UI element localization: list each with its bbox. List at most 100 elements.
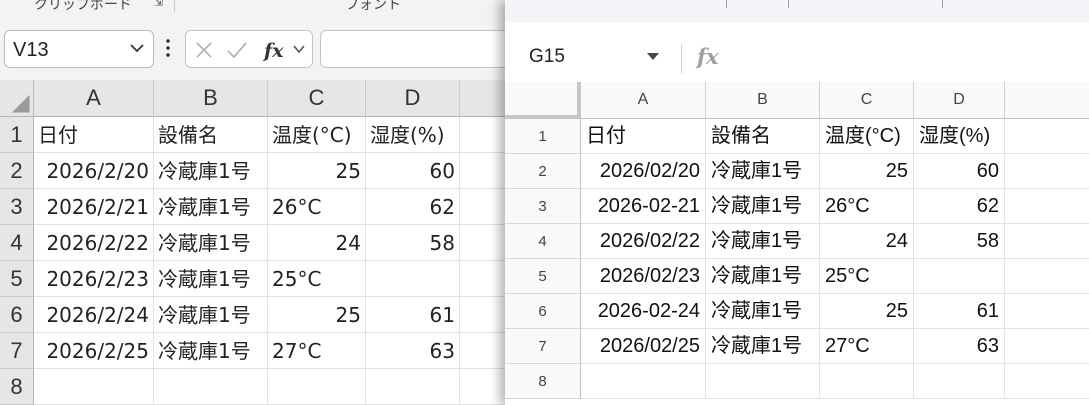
cell[interactable]	[706, 364, 820, 399]
column-header-d[interactable]: D	[914, 82, 1005, 119]
row-header[interactable]: 6	[0, 297, 34, 333]
cancel-icon[interactable]	[194, 40, 214, 60]
row-header[interactable]: 2	[0, 153, 34, 189]
cell[interactable]	[1005, 154, 1089, 189]
cell[interactable]: 63	[914, 329, 1005, 364]
cell[interactable]	[460, 261, 505, 297]
cell[interactable]: 冷蔵庫1号	[706, 154, 820, 189]
cell[interactable]: 26°C	[268, 189, 366, 225]
cell[interactable]	[914, 259, 1005, 294]
row-header[interactable]: 1	[505, 119, 581, 154]
column-header-next[interactable]	[460, 80, 505, 117]
cell[interactable]: 冷蔵庫1号	[154, 333, 268, 369]
name-box[interactable]: V13	[4, 30, 154, 68]
row-header[interactable]: 4	[0, 225, 34, 261]
row-header[interactable]: 3	[0, 189, 34, 225]
row-header[interactable]: 5	[0, 261, 34, 297]
cell[interactable]: 2026/2/23	[34, 261, 154, 297]
cell[interactable]	[820, 364, 914, 399]
cell[interactable]: 温度(°C)	[268, 117, 366, 153]
cell[interactable]: 冷蔵庫1号	[706, 259, 820, 294]
cell[interactable]: 2026/2/20	[34, 153, 154, 189]
cell[interactable]: 日付	[581, 119, 706, 154]
cell[interactable]	[34, 369, 154, 405]
cell[interactable]	[366, 369, 460, 405]
cell[interactable]: 2026-02-24	[581, 294, 706, 329]
cell[interactable]	[366, 261, 460, 297]
cell[interactable]: 2026-02-21	[581, 189, 706, 224]
cell[interactable]: 25	[820, 154, 914, 189]
cell[interactable]	[1005, 189, 1089, 224]
cell[interactable]: 61	[366, 297, 460, 333]
cell[interactable]: 冷蔵庫1号	[154, 225, 268, 261]
cell[interactable]: 冷蔵庫1号	[154, 153, 268, 189]
cell[interactable]: 湿度(%)	[366, 117, 460, 153]
row-header[interactable]: 5	[505, 259, 581, 294]
chevron-down-icon[interactable]	[292, 42, 306, 56]
cell[interactable]: 温度(°C)	[820, 119, 914, 154]
cell[interactable]	[914, 364, 1005, 399]
cell[interactable]: 25°C	[268, 261, 366, 297]
cell[interactable]	[460, 225, 505, 261]
column-header-d[interactable]: D	[366, 80, 460, 117]
cell[interactable]	[460, 297, 505, 333]
cell[interactable]	[460, 189, 505, 225]
cell[interactable]	[1005, 364, 1089, 399]
column-header-b[interactable]: B	[154, 80, 268, 117]
cell[interactable]: 62	[914, 189, 1005, 224]
cell[interactable]: 25°C	[820, 259, 914, 294]
cell[interactable]: 設備名	[154, 117, 268, 153]
cell[interactable]: 2026/2/25	[34, 333, 154, 369]
row-header[interactable]: 8	[505, 364, 581, 399]
row-header[interactable]: 7	[505, 329, 581, 364]
row-header[interactable]: 3	[505, 189, 581, 224]
chevron-down-icon[interactable]	[129, 40, 145, 56]
cell[interactable]: 60	[366, 153, 460, 189]
cell[interactable]	[460, 369, 505, 405]
cell[interactable]: 62	[366, 189, 460, 225]
select-all-corner[interactable]	[0, 80, 34, 117]
cell[interactable]: 25	[268, 153, 366, 189]
cell[interactable]: 湿度(%)	[914, 119, 1005, 154]
enter-check-icon[interactable]	[226, 40, 248, 60]
cell[interactable]	[1005, 224, 1089, 259]
insert-function-icon[interactable]: fx	[262, 37, 290, 63]
column-header-b[interactable]: B	[706, 82, 820, 119]
cell[interactable]: 25	[268, 297, 366, 333]
cell[interactable]	[460, 117, 505, 153]
cell[interactable]	[1005, 329, 1089, 364]
cell[interactable]: 2026/2/22	[34, 225, 154, 261]
cell[interactable]: 2026/2/21	[34, 189, 154, 225]
cell[interactable]	[154, 369, 268, 405]
cell[interactable]: 27°C	[820, 329, 914, 364]
column-header-c[interactable]: C	[820, 82, 914, 119]
select-all-corner[interactable]	[505, 82, 581, 119]
cell[interactable]: 設備名	[706, 119, 820, 154]
column-header-e[interactable]: E	[1005, 82, 1089, 119]
cell[interactable]: 24	[268, 225, 366, 261]
name-box-value[interactable]: G15	[529, 46, 565, 68]
row-header[interactable]: 4	[505, 224, 581, 259]
cell[interactable]	[1005, 294, 1089, 329]
cell[interactable]: 26°C	[820, 189, 914, 224]
cell[interactable]: 27°C	[268, 333, 366, 369]
cell[interactable]	[268, 369, 366, 405]
cell[interactable]	[460, 153, 505, 189]
cell[interactable]	[460, 333, 505, 369]
cell[interactable]: 58	[366, 225, 460, 261]
cell[interactable]: 冷蔵庫1号	[706, 294, 820, 329]
cell[interactable]	[1005, 259, 1089, 294]
cell[interactable]: 冷蔵庫1号	[154, 189, 268, 225]
cell[interactable]: 61	[914, 294, 1005, 329]
dialog-launcher-icon[interactable]: ⇲	[154, 0, 163, 9]
cell[interactable]: 冷蔵庫1号	[706, 329, 820, 364]
cell[interactable]: 25	[820, 294, 914, 329]
cell[interactable]: 2026/02/23	[581, 259, 706, 294]
formula-input[interactable]	[320, 30, 505, 68]
row-header[interactable]: 1	[0, 117, 34, 153]
column-header-c[interactable]: C	[268, 80, 366, 117]
column-header-a[interactable]: A	[34, 80, 154, 117]
cell[interactable]: 日付	[34, 117, 154, 153]
row-header[interactable]: 8	[0, 369, 34, 405]
cell[interactable]: 58	[914, 224, 1005, 259]
